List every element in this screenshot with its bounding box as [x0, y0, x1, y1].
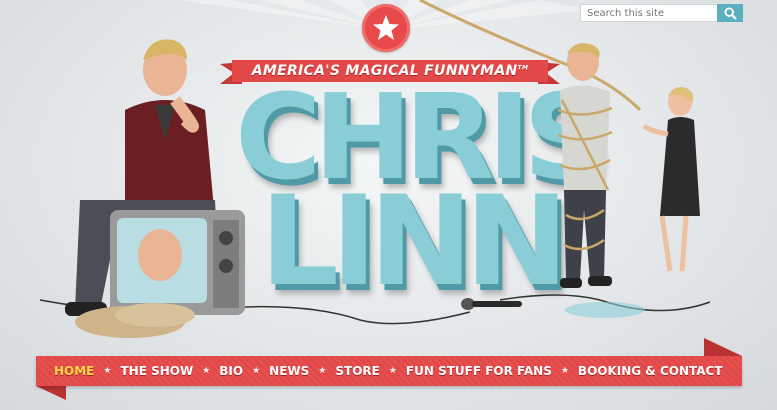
seated-magician-photo: [65, 39, 245, 338]
search-input[interactable]: [580, 4, 717, 22]
nav-fun-stuff[interactable]: FUN STUFF FOR FANS: [406, 364, 552, 378]
nav-separator-star-icon: ★: [252, 366, 261, 376]
nav-bio[interactable]: BIO: [219, 364, 243, 378]
star-medallion: [362, 4, 410, 52]
nav-the-show[interactable]: THE SHOW: [120, 364, 193, 378]
nav-menu: HOME ★ THE SHOW ★ BIO ★ NEWS ★ STORE ★ F…: [36, 356, 742, 386]
nav-separator-star-icon: ★: [202, 366, 211, 376]
nav-booking-contact[interactable]: BOOKING & CONTACT: [578, 364, 723, 378]
search-box: [580, 4, 743, 22]
main-navigation: HOME ★ THE SHOW ★ BIO ★ NEWS ★ STORE ★ F…: [36, 338, 746, 400]
woman-pulling-rope-photo: [642, 87, 700, 272]
nav-store[interactable]: STORE: [335, 364, 379, 378]
name-line-2: LINN: [260, 170, 569, 314]
star-icon: [373, 15, 399, 40]
nav-separator-star-icon: ★: [560, 366, 569, 376]
nav-separator-star-icon: ★: [318, 366, 327, 376]
search-button[interactable]: [717, 4, 743, 22]
search-icon: [723, 6, 737, 20]
microphone-image: [461, 298, 522, 310]
nav-separator-star-icon: ★: [103, 366, 112, 376]
tied-up-man-photo: [557, 43, 613, 288]
nav-home[interactable]: HOME: [54, 364, 94, 378]
nav-separator-star-icon: ★: [388, 366, 397, 376]
nav-news[interactable]: NEWS: [269, 364, 309, 378]
